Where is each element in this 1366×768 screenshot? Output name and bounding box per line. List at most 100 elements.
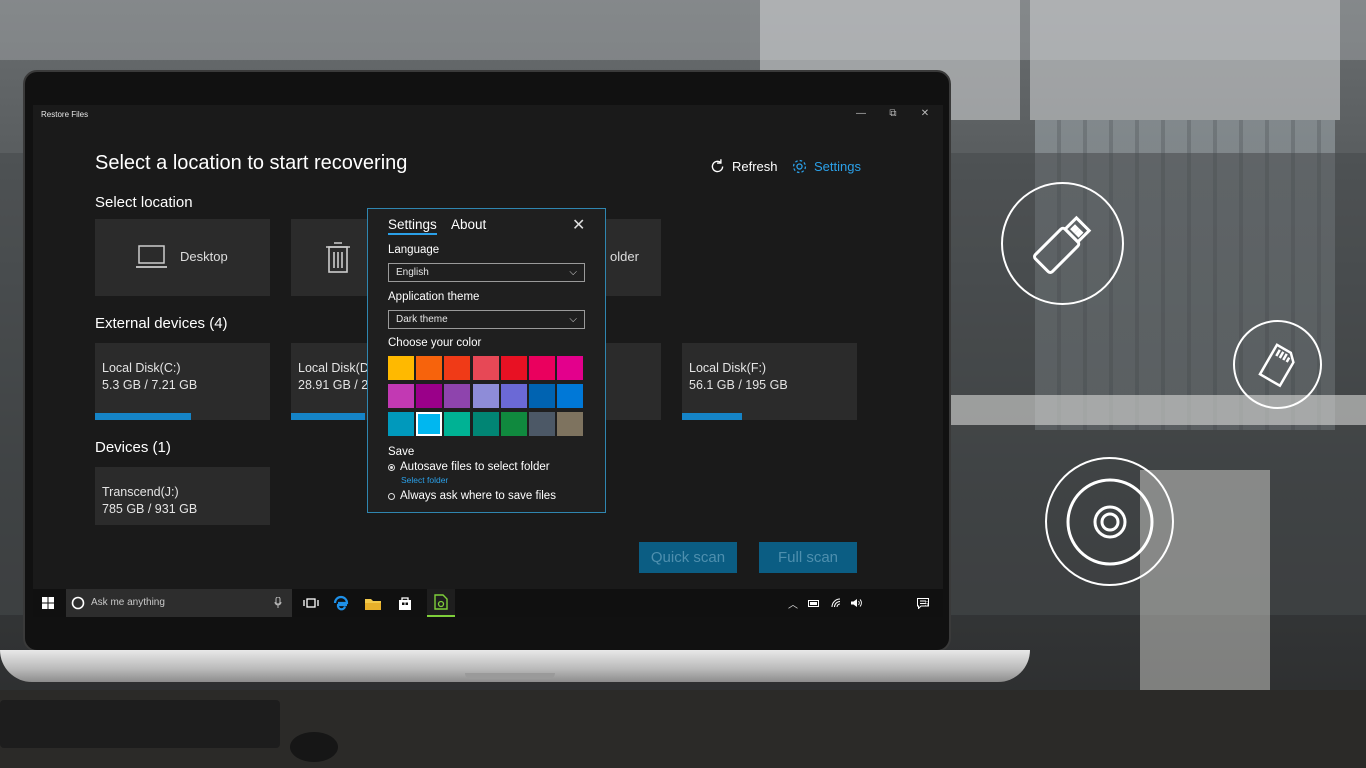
- color-swatch[interactable]: [472, 356, 499, 380]
- speaker-icon: [851, 599, 862, 607]
- usb-drive-icon: [1032, 215, 1091, 274]
- always-ask-label: Always ask where to save files: [400, 490, 556, 502]
- background-keyboard: [0, 700, 280, 748]
- usb-drive-circle: [1001, 182, 1124, 305]
- disk-usage-bar: [682, 413, 742, 420]
- restore-files-taskbar-button[interactable]: [427, 589, 455, 617]
- color-swatch[interactable]: [444, 384, 471, 408]
- location-label: older: [610, 249, 639, 264]
- explorer-taskbar-button[interactable]: [361, 589, 385, 617]
- device-tile-j[interactable]: Transcend(J:) 785 GB / 931 GB: [95, 467, 270, 525]
- refresh-label: Refresh: [732, 159, 778, 174]
- network-indicator[interactable]: [827, 589, 845, 617]
- disc-drive-circle: [1045, 457, 1174, 586]
- search-placeholder: Ask me anything: [91, 597, 165, 608]
- disk-name: Local Disk(D: [298, 361, 369, 375]
- autosave-option[interactable]: Autosave files to select folder: [388, 461, 550, 473]
- refresh-icon: [711, 159, 724, 173]
- color-swatch[interactable]: [557, 356, 584, 380]
- page-title: Select a location to start recovering: [95, 152, 408, 174]
- battery-icon: [808, 599, 819, 607]
- store-taskbar-button[interactable]: [393, 589, 417, 617]
- disk-size: 28.91 GB / 2: [298, 378, 369, 392]
- disc-icon: [1066, 478, 1153, 565]
- language-select[interactable]: English ⌵: [388, 263, 585, 282]
- color-swatch[interactable]: [500, 412, 527, 436]
- background-mouse: [290, 732, 338, 762]
- color-swatch[interactable]: [416, 384, 443, 408]
- language-label: Language: [388, 244, 440, 256]
- disk-usage-bar: [95, 413, 192, 420]
- close-icon: ✕: [572, 217, 586, 234]
- color-swatch[interactable]: [529, 356, 555, 380]
- select-location-heading: Select location: [95, 194, 193, 211]
- color-swatch[interactable]: [472, 412, 499, 436]
- color-swatch[interactable]: [416, 356, 443, 380]
- start-button[interactable]: [33, 589, 63, 617]
- battery-indicator[interactable]: [805, 589, 823, 617]
- action-center-button[interactable]: 5: [913, 589, 933, 617]
- disk-name: Local Disk(C:): [102, 361, 181, 375]
- app-titlebar: Restore Files — ⧉ ✕: [33, 105, 943, 127]
- color-swatch[interactable]: [500, 356, 527, 380]
- tab-about[interactable]: About: [451, 217, 486, 232]
- task-view-icon: [303, 598, 319, 608]
- gear-icon: [792, 159, 807, 174]
- sd-card-icon: [1257, 342, 1295, 387]
- disk-name: Local Disk(F:): [689, 361, 767, 375]
- color-swatch[interactable]: [500, 384, 527, 408]
- disk-tile-f[interactable]: Local Disk(F:) 56.1 GB / 195 GB: [682, 343, 857, 420]
- taskbar: Ask me anything ︿ 5: [33, 589, 943, 617]
- sd-card-circle: [1233, 320, 1322, 409]
- always-ask-radio[interactable]: [388, 492, 395, 500]
- color-swatch[interactable]: [388, 412, 414, 436]
- settings-button[interactable]: Settings: [791, 158, 861, 175]
- color-swatch[interactable]: [444, 356, 471, 380]
- device-name: Transcend(J:): [102, 485, 179, 499]
- select-folder-link[interactable]: Select folder: [401, 475, 448, 485]
- close-window-button[interactable]: ✕: [917, 108, 933, 119]
- save-label: Save: [388, 446, 415, 458]
- volume-indicator[interactable]: [847, 589, 865, 617]
- autosave-label: Autosave files to select folder: [400, 461, 550, 473]
- laptop-icon: [136, 245, 167, 268]
- theme-value: Dark theme: [396, 314, 448, 325]
- color-swatch[interactable]: [388, 384, 414, 408]
- color-swatch[interactable]: [472, 384, 499, 408]
- tab-settings[interactable]: Settings: [388, 217, 437, 235]
- color-swatch[interactable]: [529, 412, 555, 436]
- location-label: Desktop: [180, 249, 228, 264]
- theme-label: Application theme: [388, 291, 480, 303]
- external-devices-heading: External devices (4): [95, 315, 228, 332]
- theme-select[interactable]: Dark theme ⌵: [388, 310, 585, 329]
- full-scan-button[interactable]: Full scan: [759, 542, 857, 573]
- maximize-button[interactable]: ⧉: [885, 108, 901, 119]
- taskbar-search[interactable]: Ask me anything: [66, 589, 292, 617]
- color-swatch[interactable]: [388, 356, 414, 380]
- refresh-button[interactable]: Refresh: [709, 158, 778, 175]
- notification-count: 5: [925, 602, 929, 608]
- color-swatch[interactable]: [557, 412, 584, 436]
- autosave-radio[interactable]: [388, 463, 395, 471]
- location-desktop[interactable]: Desktop: [95, 219, 270, 296]
- disk-size: 5.3 GB / 7.21 GB: [102, 378, 198, 392]
- color-swatch[interactable]: [557, 384, 584, 408]
- device-size: 785 GB / 931 GB: [102, 502, 198, 516]
- laptop-notch: [465, 673, 555, 679]
- minimize-button[interactable]: —: [853, 108, 869, 119]
- folder-icon: [365, 598, 381, 610]
- color-swatch[interactable]: [416, 412, 443, 436]
- color-swatch[interactable]: [444, 412, 471, 436]
- close-popup-button[interactable]: ✕: [572, 215, 585, 235]
- color-swatch[interactable]: [529, 384, 555, 408]
- edge-taskbar-button[interactable]: [329, 589, 353, 617]
- language-value: English: [396, 267, 429, 278]
- quick-scan-button[interactable]: Quick scan: [639, 542, 737, 573]
- chevron-down-icon: ⌵: [569, 314, 577, 325]
- microphone-icon: [274, 597, 282, 608]
- always-ask-option[interactable]: Always ask where to save files: [388, 490, 556, 502]
- disk-tile-c[interactable]: Local Disk(C:) 5.3 GB / 7.21 GB: [95, 343, 270, 420]
- settings-popup: Settings About ✕ Language English ⌵ Appl…: [367, 208, 606, 513]
- task-view-button[interactable]: [299, 589, 323, 617]
- show-hidden-icons-button[interactable]: ︿: [785, 589, 801, 617]
